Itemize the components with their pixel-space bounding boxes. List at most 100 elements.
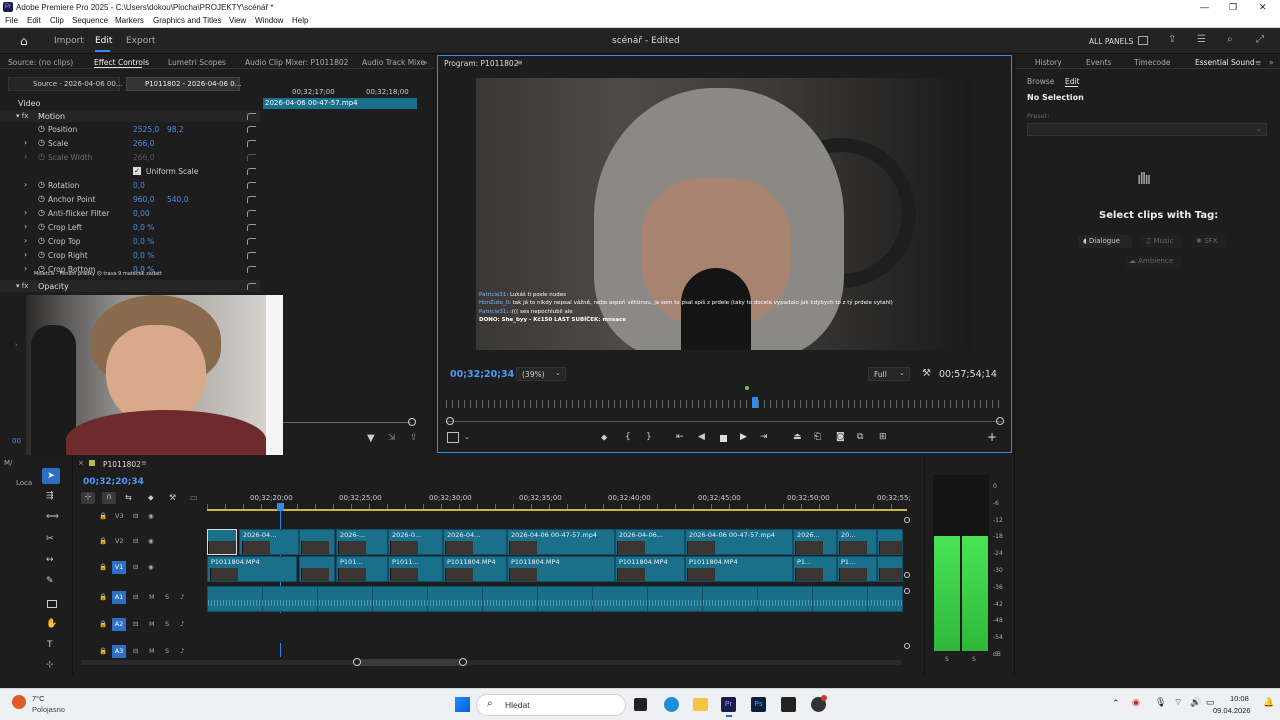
param-anchor-point[interactable]: ◷ Anchor Point 960,0 540,0 [0, 194, 260, 206]
param-crop-top[interactable]: › ◷ Crop Top 0,0 % [0, 236, 260, 248]
track-header-v3[interactable]: 🔒 V3 ⊟ ◉ [98, 512, 203, 522]
v2-clip[interactable] [207, 529, 237, 555]
a1-audio-clips[interactable] [207, 586, 903, 612]
mark-out-icon[interactable]: } [646, 432, 652, 442]
param-scale[interactable]: › ◷ Scale 266,0 [0, 138, 260, 150]
param-crop-right[interactable]: › ◷ Crop Right 0,0 % [0, 250, 260, 262]
v2-clip[interactable]: 2026-0... [388, 529, 443, 555]
mark-in-icon[interactable]: { [625, 432, 631, 442]
tag-music-button[interactable]: ♫ Music [1140, 235, 1182, 248]
v1-clip[interactable]: P1011804.MP4 [207, 556, 297, 582]
type-tool-icon[interactable]: T [47, 640, 53, 650]
program-ruler[interactable] [446, 400, 1002, 408]
search-icon[interactable]: ⌕ [1227, 34, 1233, 45]
go-to-in-icon[interactable]: ⇤ [676, 432, 684, 442]
quality-select[interactable]: Full ⌄ [868, 367, 910, 381]
v2-clip[interactable]: 2026-04-06 00-47-57.mp4 [507, 529, 615, 555]
sequence-tab[interactable]: P1011802 [103, 460, 141, 469]
weather-desc[interactable]: Polojasno [32, 705, 65, 714]
collapse-arrow[interactable]: › [15, 341, 18, 349]
tag-dialogue-button[interactable]: ◖ Dialogue [1078, 235, 1132, 248]
v1-clip[interactable]: P1011804.MP4 [685, 556, 793, 582]
task-view-icon[interactable] [634, 698, 647, 711]
v-scroll-bottom[interactable] [904, 572, 910, 578]
export-icon[interactable]: ⇪ [410, 433, 418, 443]
add-button-icon[interactable]: + [987, 430, 997, 444]
minimize-button[interactable]: — [1200, 2, 1209, 12]
pen-tool-icon[interactable]: ✎ [46, 576, 54, 586]
tab-timecode[interactable]: Timecode [1134, 58, 1170, 67]
captions-icon[interactable]: ▭ [190, 493, 198, 502]
timeline-ruler[interactable]: 00;32;20;00 00;32;25;00 00;32;30;00 00;3… [207, 491, 911, 513]
track-header-v2[interactable]: 🔒 V2 ⊟ ◉ [98, 537, 203, 549]
solo-right-button[interactable]: S [972, 656, 976, 663]
extract-icon[interactable]: ⎗ [814, 432, 821, 442]
solo-left-button[interactable]: S [945, 656, 949, 663]
v1-clip[interactable]: P101... [336, 556, 388, 582]
timeline-scroll-thumb[interactable] [356, 659, 462, 666]
menu-sequence[interactable]: Sequence [72, 16, 108, 25]
nav-edit[interactable]: Edit [95, 36, 112, 46]
v2-clip[interactable]: 2026-... [336, 529, 388, 555]
opacity-row[interactable]: ▾ fx Opacity [0, 280, 260, 292]
v1-clip[interactable] [299, 556, 335, 582]
clock-date[interactable]: 09.04.2026 [1213, 706, 1251, 715]
ripple-edit-tool-icon[interactable]: ⟺ [46, 512, 59, 522]
nest-toggle-icon[interactable]: ⊹ [81, 492, 95, 504]
menu-clip[interactable]: Clip [50, 16, 64, 25]
close-sequence-icon[interactable]: × [78, 459, 84, 467]
tray-app-icon[interactable]: ◉ [1132, 697, 1140, 708]
v1-clip[interactable]: P1011... [388, 556, 443, 582]
step-back-icon[interactable]: ◀ [698, 432, 705, 442]
app-icon[interactable] [781, 697, 796, 712]
premiere-taskbar-icon[interactable]: Pr [721, 697, 736, 712]
safe-margins-icon[interactable] [447, 432, 459, 443]
maximize-button[interactable]: ❐ [1229, 2, 1237, 13]
param-uniform-scale[interactable]: ✓ Uniform Scale [0, 166, 260, 178]
param-scale-width[interactable]: › ◷ Scale Width 266,0 [0, 152, 260, 164]
subtab-edit[interactable]: Edit [1065, 77, 1080, 86]
v2-clip[interactable]: 20... [837, 529, 877, 555]
menu-graphics[interactable]: Graphics and Titles [153, 16, 221, 25]
work-area-bar[interactable] [207, 509, 907, 511]
v1-clip[interactable]: P1... [793, 556, 837, 582]
program-timecode[interactable]: 00;32;20;34 [450, 369, 514, 380]
hand-tool-icon[interactable]: ✋ [46, 619, 57, 629]
clock-time[interactable]: 10:08 [1230, 694, 1249, 703]
ec-zoom-handle[interactable] [408, 418, 416, 426]
track-header-v1[interactable]: 🔒 V1 ⊟ ◉ [98, 561, 203, 575]
sequence-menu-icon[interactable]: ≡ [141, 459, 147, 467]
tab-audio-track-mixer[interactable]: Audio Track Mixe [362, 58, 425, 67]
v2-clip[interactable]: 2026-04-06 00-47-57.mp4 [685, 529, 793, 555]
param-rotation[interactable]: › ◷ Rotation 0,0 [0, 180, 260, 192]
more-tabs-icon[interactable]: » [1269, 58, 1274, 67]
preset-select[interactable]: ⌄ [1027, 123, 1267, 136]
caption-tool-icon[interactable]: ⊹ [46, 660, 54, 670]
motion-row[interactable]: ▾ fx Motion [0, 110, 260, 122]
timeline-zoom-left[interactable] [353, 658, 361, 666]
v2-clip[interactable]: 2026... [793, 529, 837, 555]
a-scroll-top[interactable] [904, 588, 910, 594]
track-header-a1[interactable]: 🔒 A1 ⊟ M S ♪ [98, 591, 203, 605]
slip-tool-icon[interactable]: ↔ [46, 555, 54, 565]
weather-icon[interactable] [12, 695, 26, 709]
panel-layout-icon[interactable] [1138, 36, 1148, 45]
lift-icon[interactable]: ⏏ [793, 432, 802, 442]
linked-selection-icon[interactable]: ⇆ [125, 493, 132, 502]
settings-wrench-icon[interactable]: ⚒ [922, 368, 931, 379]
snap-icon[interactable]: ∩ [102, 492, 116, 504]
all-panels-button[interactable]: ALL PANELS [1089, 37, 1133, 46]
subtab-source[interactable]: Source - 2026-04-06 00... [8, 77, 123, 91]
menu-file[interactable]: File [5, 16, 18, 25]
track-header-a3[interactable]: 🔒 A3 ⊟ M S ♪ [98, 645, 203, 659]
rectangle-tool-icon[interactable] [47, 600, 57, 608]
microphone-icon[interactable]: 🎙 [1155, 697, 1166, 708]
a-scroll-bottom[interactable] [904, 643, 910, 649]
subtab-sequence-clip[interactable]: P1011802 - 2026-04-06 0... [126, 77, 241, 91]
stop-button[interactable] [720, 435, 727, 442]
program-playhead[interactable] [752, 397, 758, 408]
media-browser-tab[interactable]: M/ [4, 459, 12, 467]
v2-clip[interactable]: 2026-04-06... [615, 529, 685, 555]
timeline-h-scroll[interactable] [81, 660, 901, 665]
export-frame-icon[interactable]: ◙ [836, 432, 845, 442]
